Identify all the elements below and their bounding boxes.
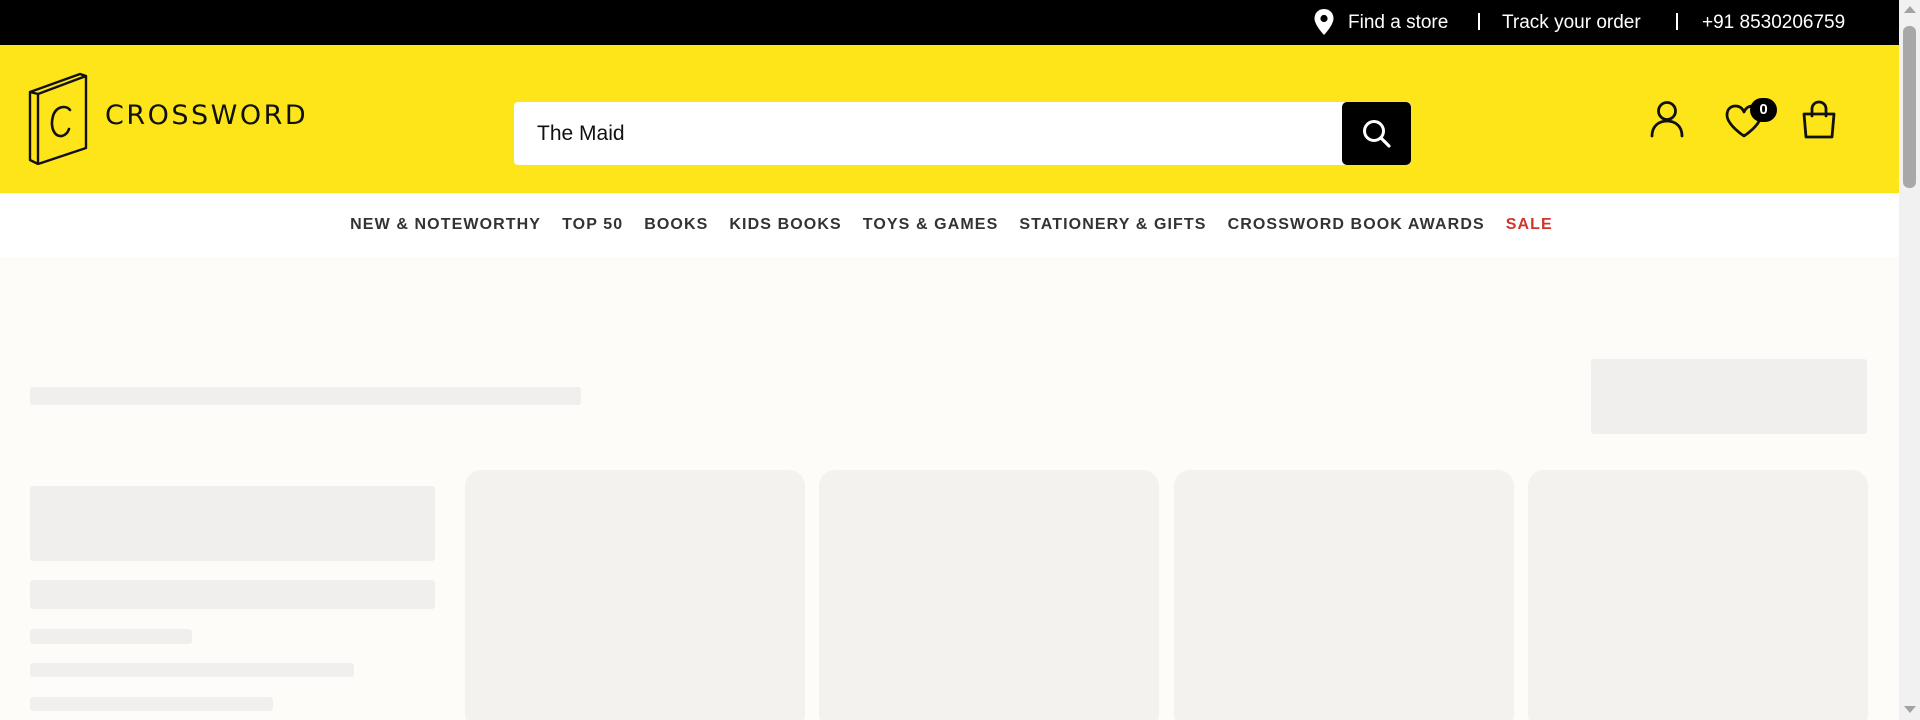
main-navigation: NEW & NOTEWORTHY TOP 50 BOOKS KIDS BOOKS… [0, 193, 1899, 257]
topbar-divider [1676, 13, 1678, 30]
wishlist-count-badge: 0 [1750, 98, 1777, 122]
location-pin-icon [1314, 9, 1334, 35]
find-store-link[interactable]: Find a store [1348, 0, 1448, 45]
product-card-skeleton [819, 470, 1159, 720]
scroll-up-icon[interactable] [1904, 6, 1916, 13]
filter-skeleton [30, 629, 192, 644]
nav-item-crossword-book-awards[interactable]: CROSSWORD BOOK AWARDS [1228, 216, 1485, 234]
nav-item-kids-books[interactable]: KIDS BOOKS [729, 216, 841, 234]
product-card-skeleton [465, 470, 805, 720]
phone-link[interactable]: +91 8530206759 [1702, 0, 1845, 45]
user-icon[interactable] [1649, 100, 1685, 138]
shopping-bag-icon[interactable] [1801, 100, 1837, 139]
nav-item-toys-games[interactable]: TOYS & GAMES [863, 216, 999, 234]
site-header: CROSSWORD 0 [0, 45, 1899, 193]
track-order-link[interactable]: Track your order [1502, 0, 1641, 45]
search-bar [514, 102, 1411, 165]
search-button[interactable] [1342, 102, 1411, 165]
filter-skeleton [30, 486, 435, 561]
product-card-skeleton [1528, 470, 1868, 720]
nav-item-stationery-gifts[interactable]: STATIONERY & GIFTS [1019, 216, 1206, 234]
nav-item-new-noteworthy[interactable]: NEW & NOTEWORTHY [350, 216, 541, 234]
scroll-thumb[interactable] [1903, 26, 1916, 188]
search-input[interactable] [514, 102, 1342, 165]
nav-item-sale[interactable]: SALE [1506, 216, 1553, 234]
filter-skeleton [30, 663, 354, 677]
logo-wordmark[interactable]: CROSSWORD [105, 100, 308, 131]
product-card-skeleton [1174, 470, 1514, 720]
page-scrollbar[interactable] [1899, 0, 1920, 720]
topbar-divider [1478, 13, 1480, 30]
nav-item-top-50[interactable]: TOP 50 [562, 216, 623, 234]
filter-skeleton [30, 697, 273, 711]
top-utility-bar: Find a store Track your order +91 853020… [0, 0, 1899, 45]
crossword-logo-icon[interactable] [28, 72, 92, 165]
search-icon [1363, 120, 1391, 148]
nav-item-books[interactable]: BOOKS [644, 216, 708, 234]
title-skeleton [30, 387, 581, 405]
sort-dropdown-skeleton [1591, 359, 1867, 434]
scroll-down-icon[interactable] [1904, 706, 1916, 713]
filter-skeleton [30, 580, 435, 609]
